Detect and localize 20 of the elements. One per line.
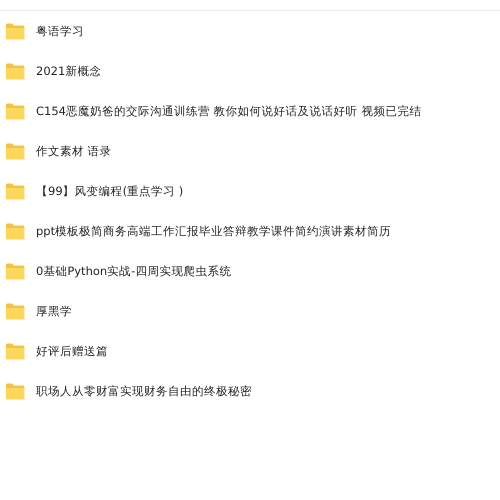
folder-name[interactable]: 2021新概念: [36, 64, 102, 78]
folder-name[interactable]: 厚黑学: [36, 304, 72, 318]
folder-icon: [5, 142, 25, 160]
folder-icon: [5, 382, 25, 400]
folder-name[interactable]: 粤语学习: [36, 24, 84, 38]
folder-name[interactable]: 作文素材 语录: [36, 144, 112, 158]
folder-icon: [5, 302, 25, 320]
folder-icon: [5, 22, 25, 40]
folder-icon: [5, 342, 25, 360]
folder-name[interactable]: C154恶魔奶爸的交际沟通训练营 教你如何说好话及说话好听 视频已完结: [36, 104, 422, 118]
folder-name[interactable]: 0基础Python实战-四周实现爬虫系统: [36, 264, 232, 278]
folder-icon: [5, 62, 25, 80]
folder-name[interactable]: 【99】风变编程(重点学习 ): [36, 184, 184, 198]
folder-icon: [5, 222, 25, 240]
folder-icon: [5, 102, 25, 120]
folder-icon: [5, 262, 25, 280]
folder-name[interactable]: 好评后赠送篇: [36, 344, 108, 358]
folder-name[interactable]: ppt模板极简商务高端工作汇报毕业答辩教学课件简约演讲素材简历: [36, 224, 392, 238]
folder-icon: [5, 182, 25, 200]
folder-name[interactable]: 职场人从零财富实现财务自由的终极秘密: [36, 384, 252, 398]
